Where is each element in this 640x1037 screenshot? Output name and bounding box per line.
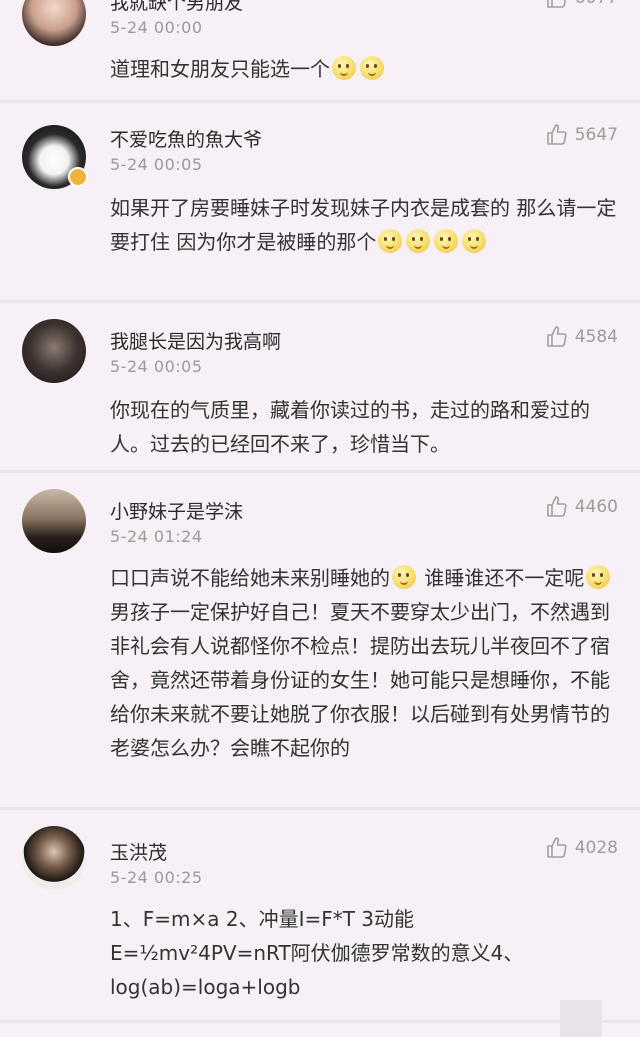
like-count: 4460 bbox=[574, 497, 618, 517]
like-button[interactable]: 4460 bbox=[545, 495, 618, 519]
comment-username[interactable]: 我就缺个男朋友 bbox=[110, 0, 243, 15]
comment-text-body: 口口声说不能给她未来别睡她的 bbox=[110, 566, 390, 590]
comment-username[interactable]: 小野妹子是学沫 bbox=[110, 497, 243, 524]
comment-item: 小野妹子是学沫 5-24 01:24 4460 口口声说不能给她未来别睡她的 谁… bbox=[0, 473, 640, 807]
avatar[interactable] bbox=[22, 319, 86, 383]
comment-time: 5-24 00:00 bbox=[110, 18, 203, 37]
like-button[interactable]: 4028 bbox=[545, 836, 618, 860]
comment-item: 我就缺个男朋友 5-24 00:00 6077 道理和女朋友只能选一个 bbox=[0, 0, 640, 100]
doge-emoji-icon bbox=[406, 229, 431, 253]
laugh-emoji-icon bbox=[332, 56, 356, 80]
comment-time: 5-24 00:25 bbox=[110, 868, 203, 887]
scroll-indicator[interactable] bbox=[560, 1000, 602, 1037]
comment-text-line: E=½mv²4PV=nRT阿伏伽德罗常数的意义4、 bbox=[110, 941, 524, 965]
comment-text: 口口声说不能给她未来别睡她的 谁睡谁还不一定呢男孩子一定保护好自己！夏天不要穿太… bbox=[110, 561, 620, 765]
thumbs-up-icon bbox=[546, 326, 567, 347]
doge-emoji-icon bbox=[586, 565, 611, 589]
like-button[interactable]: 5647 bbox=[545, 123, 618, 147]
like-button[interactable]: 6077 bbox=[545, 0, 618, 10]
like-count: 4584 bbox=[574, 327, 618, 347]
comment-text: 如果开了房要睡妹子时发现妹子内衣是成套的 那么请一定要打住 因为你才是被睡的那个 bbox=[110, 191, 620, 259]
like-count: 6077 bbox=[575, 0, 618, 8]
avatar[interactable] bbox=[22, 0, 86, 46]
avatar[interactable] bbox=[22, 489, 86, 553]
comment-username[interactable]: 我腿长是因为我高啊 bbox=[110, 327, 281, 354]
comment-text-line: log(ab)=loga+logb bbox=[110, 975, 301, 999]
comment-text-body: 谁睡谁还不一定呢 bbox=[418, 566, 585, 590]
comment-item: 我腿长是因为我高啊 5-24 00:05 4584 你现在的气质里，藏着你读过的… bbox=[0, 303, 640, 470]
laugh-emoji-icon bbox=[360, 56, 384, 80]
comment-username[interactable]: 不爱吃魚的魚大爷 bbox=[110, 125, 262, 152]
like-count: 4028 bbox=[574, 838, 618, 858]
comment-time: 5-24 00:05 bbox=[110, 155, 203, 174]
doge-emoji-icon bbox=[434, 229, 459, 253]
cry-laugh-emoji-icon bbox=[392, 565, 416, 589]
comment-text: 1、F=m×a 2、冲量I=F*T 3动能 E=½mv²4PV=nRT阿伏伽德罗… bbox=[110, 902, 620, 1004]
verified-badge-icon bbox=[68, 167, 88, 187]
avatar[interactable] bbox=[22, 826, 86, 890]
comment-item: 玉洪茂 5-24 00:25 4028 1、F=m×a 2、冲量I=F*T 3动… bbox=[0, 810, 640, 1020]
thumbs-up-icon bbox=[546, 124, 567, 145]
comment-text-body: 如果开了房要睡妹子时发现妹子内衣是成套的 那么请一定要打住 因为你才是被睡的那个 bbox=[110, 196, 617, 254]
comment-text: 道理和女朋友只能选一个 bbox=[110, 52, 620, 86]
comment-username[interactable]: 玉洪茂 bbox=[110, 838, 167, 865]
like-count: 5647 bbox=[574, 125, 618, 145]
thumbs-up-icon bbox=[546, 837, 567, 858]
comment-item: 不爱吃魚的魚大爷 5-24 00:05 5647 如果开了房要睡妹子时发现妹子内… bbox=[0, 103, 640, 300]
doge-emoji-icon bbox=[462, 229, 487, 253]
comment-text-body: 男孩子一定保护好自己！夏天不要穿太少出门，不然遇到非礼会有人说都怪你不检点！提防… bbox=[110, 600, 610, 760]
comment-text-body: 道理和女朋友只能选一个 bbox=[110, 57, 330, 81]
like-button[interactable]: 4584 bbox=[545, 325, 618, 349]
comment-text: 你现在的气质里，藏着你读过的书，走过的路和爱过的人。过去的已经回不来了，珍惜当下… bbox=[110, 398, 590, 456]
thumbs-up-icon bbox=[546, 496, 567, 517]
thumbs-up-icon bbox=[546, 0, 566, 8]
comment-text-line: 1、F=m×a 2、冲量I=F*T 3动能 bbox=[110, 907, 415, 931]
comment-time: 5-24 00:05 bbox=[110, 357, 203, 376]
divider bbox=[0, 1020, 640, 1023]
doge-emoji-icon bbox=[378, 229, 403, 253]
comment-time: 5-24 01:24 bbox=[110, 527, 203, 546]
